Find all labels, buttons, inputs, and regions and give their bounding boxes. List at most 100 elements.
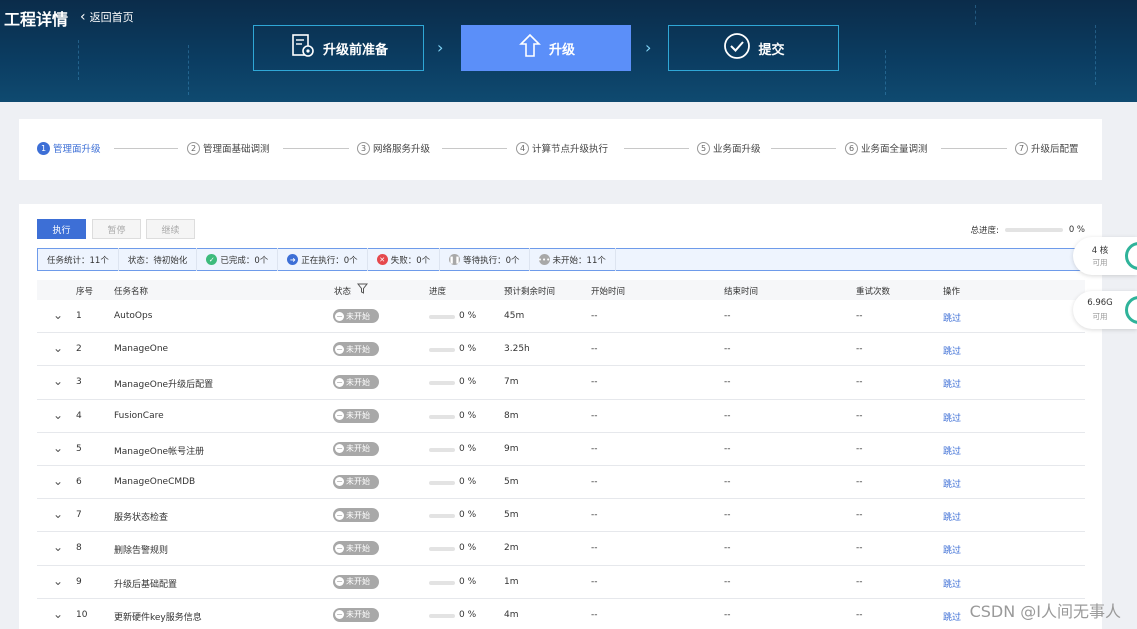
skip-link[interactable]: 跳过 [943,543,961,556]
pause-button[interactable]: 暂停 [92,219,141,239]
arrow-right-icon: ➜ [287,254,299,265]
table-row[interactable]: ⌄ 3 ManageOne升级后配置 − 未开始 0 % 7m -- -- -- 跳过 [37,366,1085,400]
chevron-down-icon[interactable]: ⌄ [53,374,63,388]
phase-prepare[interactable]: 升级前准备 [253,25,424,71]
chevron-down-icon[interactable]: ⌄ [53,574,63,588]
skip-link[interactable]: 跳过 [943,577,961,590]
table-row[interactable]: ⌄ 2 ManageOne − 未开始 0 % 3.25h -- -- -- 跳过 [37,333,1085,367]
row-progress-value: 0 % [459,344,477,355]
check-icon: ✓ [206,254,218,265]
execute-button[interactable]: 执行 [37,219,86,239]
stepper-item-4[interactable]: 4 计算节点升级执行 [516,141,608,155]
cpu-widget[interactable]: 4 核 可用 [1073,237,1137,275]
stat-text: 已完成：0个 [220,255,269,266]
row-progress-bar [429,580,455,585]
status-badge: − 未开始 [333,309,379,323]
skip-link[interactable]: 跳过 [943,477,961,490]
row-eta: 4m [504,609,519,620]
stat-done[interactable]: ✓ 已完成：0个 [197,248,279,271]
row-retries: -- [856,410,863,421]
row-progress-value: 0 % [459,377,477,388]
stat-waiting[interactable]: ❚❚ 等待执行：0个 [440,248,530,271]
row-end: -- [724,443,731,454]
skip-link[interactable]: 跳过 [943,344,961,357]
table-row[interactable]: ⌄ 5 ManageOne帐号注册 − 未开始 0 % 9m -- -- -- 跳过 [37,433,1085,466]
cpu-unit: 可用 [1092,258,1108,267]
table-row[interactable]: ⌄ 7 服务状态检查 − 未开始 0 % 5m -- -- -- 跳过 [37,499,1085,533]
table-row[interactable]: ⌄ 9 升级后基础配置 − 未开始 0 % 1m -- -- -- 跳过 [37,566,1085,599]
row-eta: 2m [504,543,519,554]
step-number: 3 [357,141,370,155]
stepper-item-6[interactable]: 6 业务面全量调测 [845,141,928,155]
skip-link[interactable]: 跳过 [943,610,961,623]
chevron-down-icon[interactable]: ⌄ [53,540,63,554]
stepper-item-5[interactable]: 5 业务面升级 [697,141,761,155]
upgrade-stepper: 1 管理面升级 2 管理面基础调测 3 网络服务升级 4 计算节点升级执行 5 … [19,119,1102,180]
skip-link[interactable]: 跳过 [943,510,961,523]
row-retries: -- [856,543,863,554]
memory-widget[interactable]: 6.96G 可用 [1073,291,1137,329]
chevron-down-icon[interactable]: ⌄ [53,441,63,455]
minus-icon: − [335,577,344,586]
chevron-down-icon[interactable]: ⌄ [53,474,63,488]
stat-not-started[interactable]: ••• 未开始：11个 [530,248,616,271]
col-end: 结束时间 [724,287,759,297]
row-index: 2 [76,344,82,355]
skip-link[interactable]: 跳过 [943,377,961,390]
step-connector [771,148,836,149]
stat-running[interactable]: ➜ 正在执行：0个 [278,248,368,271]
status-text: 未开始 [346,543,370,553]
row-index: 7 [76,510,82,521]
skip-link[interactable]: 跳过 [943,444,961,457]
skip-link[interactable]: 跳过 [943,311,961,324]
close-icon: ✕ [376,254,388,265]
filter-icon[interactable] [356,283,369,297]
row-progress-bar [429,381,455,386]
chevron-down-icon[interactable]: ⌄ [53,507,63,521]
continue-button[interactable]: 继续 [146,219,195,239]
minus-icon: − [335,543,344,553]
step-connector [114,148,178,149]
step-label: 管理面升级 [53,144,101,155]
status-badge: − 未开始 [333,541,379,556]
row-index: 3 [76,377,82,388]
stepper-item-2[interactable]: 2 管理面基础调测 [187,141,270,155]
row-start: -- [591,543,598,554]
status-badge: − 未开始 [333,607,379,622]
table-row[interactable]: ⌄ 10 更新硬件key服务信息 − 未开始 0 % 4m -- -- -- 跳过 [37,599,1085,629]
total-progress-bar [1004,228,1063,232]
row-retries: -- [856,576,863,587]
memory-value: 6.96G [1087,298,1113,308]
row-end: -- [724,609,731,620]
phase-submit[interactable]: 提交 [668,25,839,71]
skip-link[interactable]: 跳过 [943,411,961,424]
back-link[interactable]: ‹ 返回首页 [80,9,134,25]
row-progress-bar [429,613,455,618]
step-number: 7 [1015,141,1028,155]
stepper-item-7[interactable]: 7 升级后配置 [1015,141,1079,155]
chevron-down-icon[interactable]: ⌄ [53,408,63,422]
chevron-down-icon[interactable]: ⌄ [53,607,63,621]
step-label: 管理面基础调测 [203,144,270,155]
row-task-name: FusionCare [114,410,164,421]
row-index: 1 [76,311,82,321]
status-badge: − 未开始 [333,408,379,423]
stat-failed[interactable]: ✕ 失败：0个 [368,248,441,271]
step-label: 业务面升级 [713,144,761,155]
table-row[interactable]: ⌄ 8 删除告警规则 − 未开始 0 % 2m -- -- -- 跳过 [37,532,1085,566]
table-header: 序号 任务名称 状态 进度 预计剩余时间 开始时间 结束时间 重试次数 操作 [37,280,1085,300]
chevron-down-icon[interactable]: ⌄ [53,308,63,322]
phase-upgrade[interactable]: 升级 [461,25,631,71]
chevron-right-icon: › [645,38,652,57]
table-row[interactable]: ⌄ 1 AutoOps − 未开始 0 % 45m -- -- -- 跳过 [37,300,1085,334]
row-end: -- [724,476,731,487]
row-retries: -- [856,609,863,620]
row-progress-value: 0 % [459,510,477,521]
stepper-item-1[interactable]: 1 管理面升级 [37,141,101,155]
chevron-down-icon[interactable]: ⌄ [53,341,63,355]
table-row[interactable]: ⌄ 4 FusionCare − 未开始 0 % 8m -- -- -- 跳过 [37,400,1085,433]
col-progress: 进度 [429,287,447,297]
status-badge: − 未开始 [333,574,379,589]
stepper-item-3[interactable]: 3 网络服务升级 [357,141,430,155]
table-row[interactable]: ⌄ 6 ManageOneCMDB − 未开始 0 % 5m -- -- -- 跳过 [37,466,1085,500]
